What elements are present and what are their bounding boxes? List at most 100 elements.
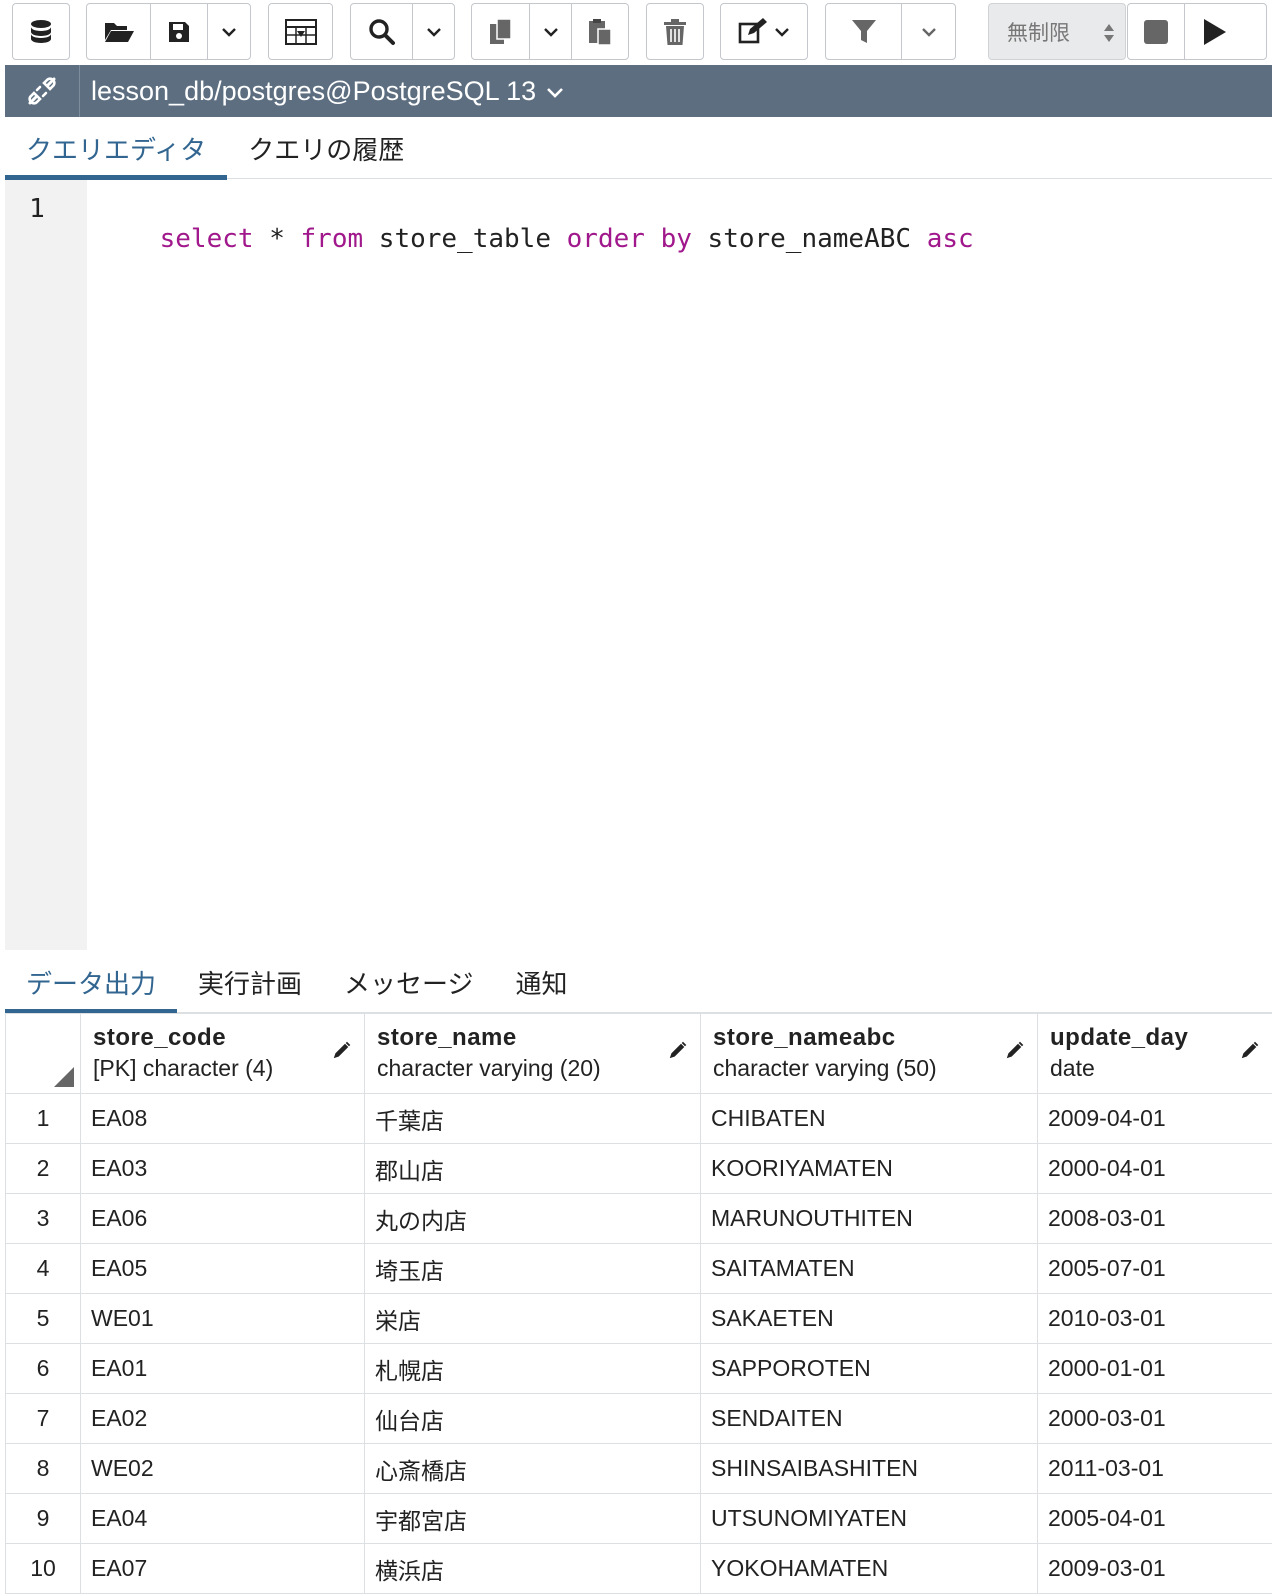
table-row[interactable]: 3 EA06 丸の内店 MARUNOUTHITEN 2008-03-01 xyxy=(5,1193,1272,1244)
cell-update-day[interactable]: 2000-01-01 xyxy=(1037,1343,1272,1394)
cell-store-code[interactable]: WE01 xyxy=(80,1293,365,1344)
pencil-icon[interactable] xyxy=(1238,1038,1262,1062)
row-number[interactable]: 2 xyxy=(5,1143,81,1194)
row-number[interactable]: 1 xyxy=(5,1093,81,1144)
tab-notifications[interactable]: 通知 xyxy=(495,951,589,1013)
table-row[interactable]: 2 EA03 郡山店 KOORIYAMATEN 2000-04-01 xyxy=(5,1143,1272,1194)
filter-button[interactable] xyxy=(826,4,902,59)
tab-messages[interactable]: メッセージ xyxy=(323,951,494,1013)
open-file-button[interactable] xyxy=(87,4,151,59)
column-header-store-name[interactable]: store_name character varying (20) xyxy=(364,1013,701,1094)
tab-query-editor[interactable]: クエリエディタ xyxy=(5,117,228,180)
edit-options-button[interactable] xyxy=(720,3,808,60)
execute-button[interactable] xyxy=(1185,4,1266,59)
sql-keyword-select: select xyxy=(159,224,254,254)
pencil-icon[interactable] xyxy=(330,1038,354,1062)
cell-store-code[interactable]: WE02 xyxy=(80,1443,365,1494)
row-number[interactable]: 8 xyxy=(5,1443,81,1494)
copy-button[interactable] xyxy=(472,4,530,59)
row-limit-select[interactable]: 無制限 xyxy=(988,3,1126,60)
save-icon xyxy=(169,21,189,42)
cell-update-day[interactable]: 2005-07-01 xyxy=(1037,1243,1272,1294)
cell-store-name[interactable]: 栄店 xyxy=(364,1293,701,1344)
table-row[interactable]: 10 EA07 横浜店 YOKOHAMATEN 2009-03-01 xyxy=(5,1543,1272,1594)
cell-store-name[interactable]: 横浜店 xyxy=(364,1543,701,1594)
pencil-icon[interactable] xyxy=(1003,1038,1027,1062)
column-type: character varying (20) xyxy=(377,1055,601,1081)
cell-store-code[interactable]: EA07 xyxy=(80,1543,365,1594)
row-number[interactable]: 5 xyxy=(5,1293,81,1344)
paste-button[interactable] xyxy=(572,4,628,59)
find-button[interactable] xyxy=(351,4,413,59)
cell-store-nameabc[interactable]: CHIBATEN xyxy=(700,1093,1038,1144)
cell-store-nameabc[interactable]: YOKOHAMATEN xyxy=(700,1543,1038,1594)
copy-options-dropdown[interactable] xyxy=(530,4,572,59)
row-number[interactable]: 6 xyxy=(5,1343,81,1394)
code-line[interactable]: select * from store_table order by store… xyxy=(97,194,974,284)
column-header-update-day[interactable]: update_day date xyxy=(1037,1013,1272,1094)
cell-update-day[interactable]: 2005-04-01 xyxy=(1037,1493,1272,1544)
cell-store-code[interactable]: EA06 xyxy=(80,1193,365,1244)
cell-store-nameabc[interactable]: SAPPOROTEN xyxy=(700,1343,1038,1394)
cell-store-code[interactable]: EA03 xyxy=(80,1143,365,1194)
table-row[interactable]: 7 EA02 仙台店 SENDAITEN 2000-03-01 xyxy=(5,1393,1272,1444)
cell-update-day[interactable]: 2009-03-01 xyxy=(1037,1543,1272,1594)
table-row[interactable]: 9 EA04 宇都宮店 UTSUNOMIYATEN 2005-04-01 xyxy=(5,1493,1272,1544)
cell-store-name[interactable]: 千葉店 xyxy=(364,1093,701,1144)
cell-update-day[interactable]: 2011-03-01 xyxy=(1037,1443,1272,1494)
select-all-cell[interactable] xyxy=(5,1013,81,1094)
cell-store-nameabc[interactable]: KOORIYAMATEN xyxy=(700,1143,1038,1194)
cell-store-code[interactable]: EA01 xyxy=(80,1343,365,1394)
table-row[interactable]: 6 EA01 札幌店 SAPPOROTEN 2000-01-01 xyxy=(5,1343,1272,1394)
table-row[interactable]: 5 WE01 栄店 SAKAETEN 2010-03-01 xyxy=(5,1293,1272,1344)
find-options-dropdown[interactable] xyxy=(413,4,454,59)
row-number[interactable]: 3 xyxy=(5,1193,81,1244)
tab-explain[interactable]: 実行計画 xyxy=(177,951,323,1013)
cell-update-day[interactable]: 2010-03-01 xyxy=(1037,1293,1272,1344)
cell-update-day[interactable]: 2008-03-01 xyxy=(1037,1193,1272,1244)
tab-query-history[interactable]: クエリの履歴 xyxy=(227,117,425,179)
column-header-store-nameabc[interactable]: store_nameabc character varying (50) xyxy=(700,1013,1038,1094)
download-csv-button[interactable] xyxy=(268,3,333,60)
cell-store-nameabc[interactable]: UTSUNOMIYATEN xyxy=(700,1493,1038,1544)
chevron-down-icon[interactable] xyxy=(546,87,564,99)
filter-options-dropdown[interactable] xyxy=(902,4,955,59)
row-number[interactable]: 10 xyxy=(5,1543,81,1594)
row-number[interactable]: 4 xyxy=(5,1243,81,1294)
cell-store-name[interactable]: 埼玉店 xyxy=(364,1243,701,1294)
database-button[interactable] xyxy=(12,3,70,60)
cell-update-day[interactable]: 2009-04-01 xyxy=(1037,1093,1272,1144)
cell-store-code[interactable]: EA02 xyxy=(80,1393,365,1444)
cell-store-name[interactable]: 宇都宮店 xyxy=(364,1493,701,1544)
row-number[interactable]: 7 xyxy=(5,1393,81,1444)
save-button[interactable] xyxy=(151,4,208,59)
cell-update-day[interactable]: 2000-04-01 xyxy=(1037,1143,1272,1194)
cell-store-name[interactable]: 郡山店 xyxy=(364,1143,701,1194)
table-row[interactable]: 1 EA08 千葉店 CHIBATEN 2009-04-01 xyxy=(5,1093,1272,1144)
cell-store-code[interactable]: EA05 xyxy=(80,1243,365,1294)
stop-button[interactable] xyxy=(1128,4,1185,59)
row-number[interactable]: 9 xyxy=(5,1493,81,1544)
cell-store-name[interactable]: 仙台店 xyxy=(364,1393,701,1444)
cell-store-name[interactable]: 丸の内店 xyxy=(364,1193,701,1244)
cell-store-code[interactable]: EA08 xyxy=(80,1093,365,1144)
cell-store-nameabc[interactable]: SHINSAIBASHITEN xyxy=(700,1443,1038,1494)
connection-status-button[interactable] xyxy=(5,65,80,117)
cell-store-code[interactable]: EA04 xyxy=(80,1493,365,1544)
cell-store-nameabc[interactable]: MARUNOUTHITEN xyxy=(700,1193,1038,1244)
cell-store-nameabc[interactable]: SAKAETEN xyxy=(700,1293,1038,1344)
tab-data-output[interactable]: データ出力 xyxy=(5,951,178,1014)
column-header-store-code[interactable]: store_code [PK] character (4) xyxy=(80,1013,365,1094)
table-row[interactable]: 8 WE02 心斎橋店 SHINSAIBASHITEN 2011-03-01 xyxy=(5,1443,1272,1494)
cell-update-day[interactable]: 2000-03-01 xyxy=(1037,1393,1272,1444)
sql-editor[interactable]: 1 select * from store_table order by sto… xyxy=(5,180,1272,950)
cell-store-name[interactable]: 札幌店 xyxy=(364,1343,701,1394)
delete-button[interactable] xyxy=(646,3,704,60)
pencil-icon[interactable] xyxy=(666,1038,690,1062)
connection-title[interactable]: lesson_db/postgres@PostgreSQL 13 xyxy=(80,76,536,107)
cell-store-nameabc[interactable]: SAITAMATEN xyxy=(700,1243,1038,1294)
cell-store-nameabc[interactable]: SENDAITEN xyxy=(700,1393,1038,1444)
save-options-dropdown[interactable] xyxy=(208,4,250,59)
table-row[interactable]: 4 EA05 埼玉店 SAITAMATEN 2005-07-01 xyxy=(5,1243,1272,1294)
cell-store-name[interactable]: 心斎橋店 xyxy=(364,1443,701,1494)
